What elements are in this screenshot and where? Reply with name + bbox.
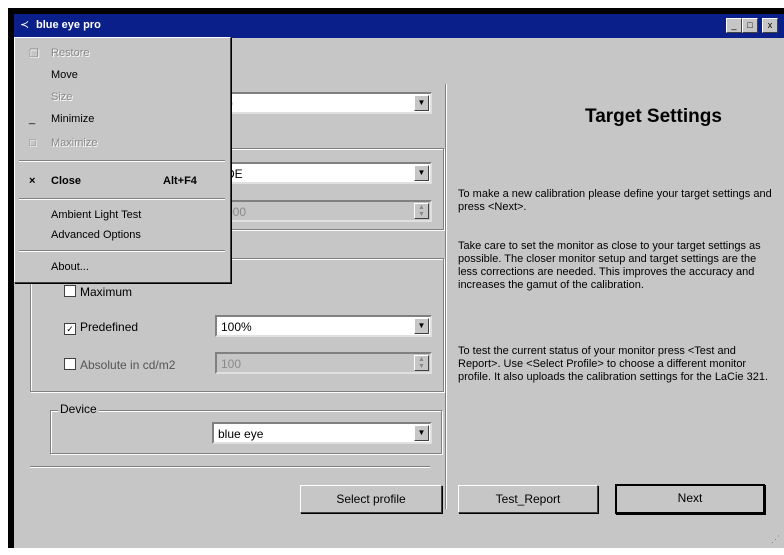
- menu-separator: [19, 160, 225, 162]
- menu-item-minimize[interactable]: _ Minimize: [15, 110, 230, 130]
- spin-up-down-icon[interactable]: ▲ ▼: [414, 355, 429, 371]
- device-combo[interactable]: blue eye ▼: [212, 422, 432, 444]
- help-paragraph-1: To make a new calibration please define …: [458, 188, 772, 213]
- menu-item-move[interactable]: Move: [15, 66, 230, 86]
- close-window-button[interactable]: x: [762, 18, 778, 33]
- next-button[interactable]: Next: [615, 484, 765, 514]
- device-value: blue eye: [218, 427, 264, 441]
- chevron-down-icon[interactable]: ▼: [414, 95, 429, 111]
- predefined-label: Predefined: [80, 320, 139, 334]
- absolute-value: 100: [221, 357, 242, 371]
- select-profile-button[interactable]: Select profile: [300, 485, 442, 513]
- resize-grip-icon[interactable]: ⋰: [771, 534, 780, 545]
- menu-item-size[interactable]: Size: [15, 88, 230, 108]
- target-combo-2[interactable]: DE ▼: [220, 162, 432, 184]
- minimize-window-button[interactable]: _: [726, 18, 742, 33]
- absolute-label: Absolute in cd/m2: [80, 358, 176, 372]
- menu-item-restore[interactable]: ❐ Restore: [15, 44, 230, 64]
- vertical-divider: [445, 84, 447, 509]
- predefined-value: 100%: [221, 320, 252, 334]
- chevron-down-icon[interactable]: ▼: [414, 425, 429, 441]
- menu-item-ambient-light-test[interactable]: Ambient Light Test: [15, 206, 230, 226]
- checkbox-empty-icon[interactable]: [64, 358, 76, 370]
- help-paragraph-2: Take care to set the monitor as close to…: [458, 240, 761, 291]
- menu-item-about[interactable]: About...: [15, 258, 230, 278]
- menu-separator: [19, 198, 225, 200]
- absolute-spin[interactable]: 100 ▲ ▼: [215, 352, 432, 374]
- help-paragraph-3: To test the current status of your monit…: [458, 345, 769, 383]
- absolute-checkbox[interactable]: Absolute in cd/m2: [64, 358, 175, 372]
- horizontal-divider: [30, 466, 430, 468]
- menu-item-maximize[interactable]: □ Maximize: [15, 134, 230, 154]
- maximize-window-button[interactable]: □: [742, 18, 758, 33]
- predefined-combo[interactable]: 100% ▼: [215, 315, 432, 337]
- title-bar[interactable]: ≺ blue eye pro _ □ x: [14, 14, 784, 38]
- system-menu: ❐ Restore Move Size _ Minimize □ Maximiz…: [14, 37, 231, 283]
- checkbox-checked-icon[interactable]: ✓: [64, 323, 76, 335]
- menu-separator: [19, 250, 225, 252]
- device-group-label: Device: [58, 402, 99, 416]
- maximize-icon: □: [29, 137, 36, 149]
- radio-empty-icon[interactable]: [64, 285, 76, 297]
- spin-up-down-icon[interactable]: ▲ ▼: [414, 203, 429, 219]
- close-shortcut: Alt+F4: [163, 175, 197, 187]
- close-icon: ×: [29, 175, 36, 187]
- menu-item-advanced-options[interactable]: Advanced Options: [15, 226, 230, 246]
- chevron-down-icon[interactable]: ▼: [414, 165, 429, 181]
- maximum-radio[interactable]: Maximum: [64, 285, 132, 299]
- predefined-checkbox[interactable]: ✓ Predefined: [64, 320, 138, 335]
- chevron-down-icon[interactable]: ▼: [414, 318, 429, 334]
- test-report-button[interactable]: Test_Report: [458, 485, 598, 513]
- menu-item-close[interactable]: × Close Alt+F4: [15, 172, 230, 192]
- window-title: blue eye pro: [36, 19, 101, 31]
- app-icon[interactable]: ≺: [20, 18, 29, 31]
- page-title: Target Settings: [585, 106, 722, 127]
- minimize-icon: _: [29, 113, 36, 125]
- target-combo-1[interactable]: 0 ▼: [220, 92, 432, 114]
- target-spin-1[interactable]: 000 ▲ ▼: [220, 200, 432, 222]
- maximum-label: Maximum: [80, 285, 133, 299]
- restore-icon: ❐: [29, 48, 39, 60]
